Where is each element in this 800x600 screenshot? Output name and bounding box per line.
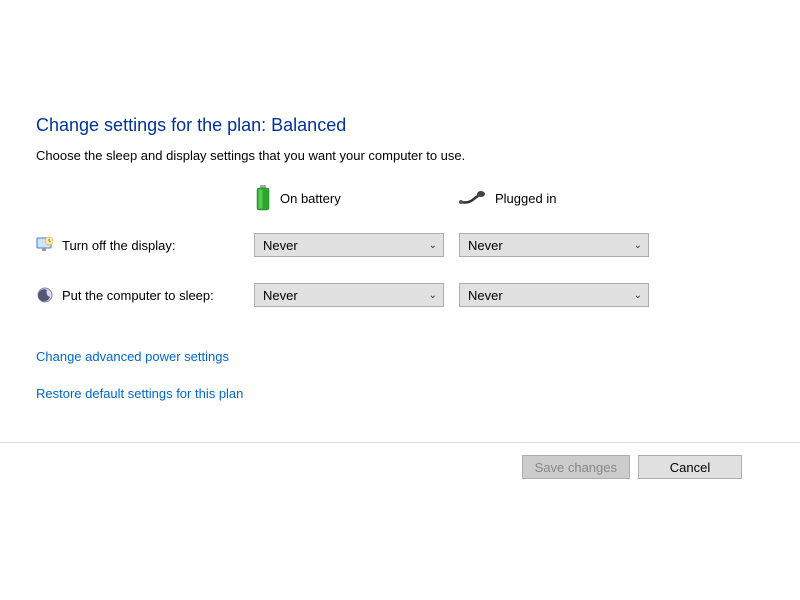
monitor-icon [36,236,54,254]
advanced-settings-link[interactable]: Change advanced power settings [36,349,229,364]
dropdown-value: Never [468,238,503,253]
chevron-down-icon: ⌄ [429,290,437,301]
chevron-down-icon: ⌄ [634,240,642,251]
dropdown-value: Never [468,288,503,303]
sleep-battery-dropdown[interactable]: Never ⌄ [254,283,444,307]
chevron-down-icon: ⌄ [634,290,642,301]
sleep-plugged-dropdown[interactable]: Never ⌄ [459,283,649,307]
moon-icon [36,286,54,304]
display-label: Turn off the display: [62,238,175,253]
dropdown-value: Never [263,288,298,303]
column-headers: On battery Plugged in [36,185,764,211]
plugged-in-label: Plugged in [495,191,556,206]
save-button[interactable]: Save changes [522,455,630,479]
on-battery-label: On battery [280,191,341,206]
restore-defaults-link[interactable]: Restore default settings for this plan [36,386,243,401]
display-plugged-dropdown[interactable]: Never ⌄ [459,233,649,257]
page-title: Change settings for the plan: Balanced [36,115,764,136]
sleep-row: Put the computer to sleep: Never ⌄ Never… [36,283,764,307]
sleep-label: Put the computer to sleep: [62,288,214,303]
chevron-down-icon: ⌄ [429,240,437,251]
dropdown-value: Never [263,238,298,253]
display-row: Turn off the display: Never ⌄ Never ⌄ [36,233,764,257]
display-battery-dropdown[interactable]: Never ⌄ [254,233,444,257]
footer-buttons: Save changes Cancel [0,442,800,479]
plug-icon [459,190,487,206]
battery-icon [254,185,272,211]
cancel-button[interactable]: Cancel [638,455,742,479]
subtitle-text: Choose the sleep and display settings th… [36,148,764,163]
